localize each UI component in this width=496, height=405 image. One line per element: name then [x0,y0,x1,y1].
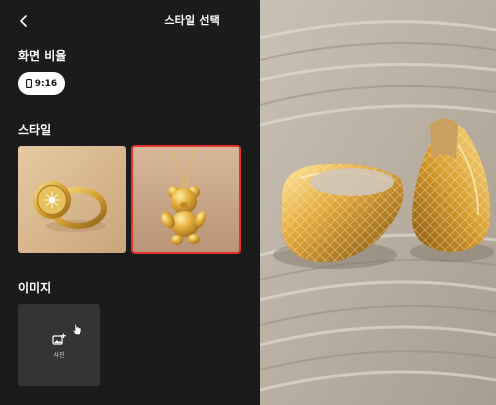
bear-pendant-thumbnail [132,146,240,253]
style-heading: 스타일 [18,123,52,137]
settings-panel: 스타일 선택 화면 비율 9:16 스타일 이미지 사진 [0,0,260,405]
preview-image [260,0,496,405]
style-option-ring[interactable] [18,146,126,253]
gold-earrings-photo [260,0,496,405]
back-button[interactable] [14,11,34,31]
aspect-ratio-chip[interactable]: 9:16 [18,72,65,95]
photo-upload-label: 사진 [53,352,65,359]
style-option-bear-pendant[interactable] [131,145,241,254]
chevron-left-icon [20,15,27,27]
add-photo-icon [52,333,66,345]
aspect-ratio-value: 9:16 [34,78,58,89]
header: 스타일 선택 [0,0,260,40]
gold-ring-thumbnail [18,146,126,253]
image-heading: 이미지 [18,281,52,295]
photo-upload-button[interactable]: 사진 [18,304,100,386]
aspect-ratio-heading: 화면 비율 [18,49,67,63]
phone-icon [25,79,32,88]
hand-cursor-icon [72,324,82,335]
page-title: 스타일 선택 [164,14,220,27]
